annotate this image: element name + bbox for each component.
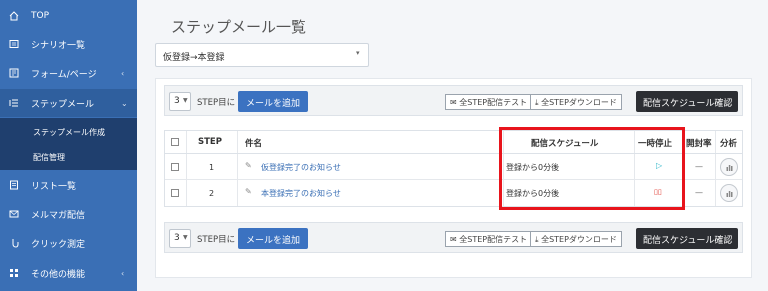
step-number-value: 3 bbox=[174, 96, 180, 106]
mail-icon bbox=[9, 210, 19, 218]
download-all-button[interactable]: ⤓ 全STEPダウンロード bbox=[530, 231, 622, 247]
sidebar-item-other[interactable]: その他の機能 ‹ bbox=[0, 259, 137, 287]
sidebar-item-label: クリック測定 bbox=[31, 239, 86, 250]
row-checkbox[interactable] bbox=[171, 189, 179, 197]
chevron-down-icon: ▼ bbox=[183, 234, 188, 241]
sidebar-item-label: その他の機能 bbox=[31, 269, 86, 280]
download-all-label: ⤓ 全STEPダウンロード bbox=[535, 235, 617, 244]
pointer-icon bbox=[12, 239, 19, 248]
pencil-icon[interactable]: ✎ bbox=[245, 161, 252, 170]
analysis-button[interactable] bbox=[720, 158, 738, 176]
add-mail-button[interactable]: メールを追加 bbox=[238, 228, 308, 249]
sidebar-item-label: シナリオ一覧 bbox=[31, 40, 86, 51]
list-icon bbox=[9, 40, 19, 48]
sidebar-item-newsletter[interactable]: メルマガ配信 bbox=[0, 200, 137, 228]
bar-chart-icon bbox=[726, 191, 733, 197]
row-step: 1 bbox=[209, 163, 215, 172]
bar-chart-icon bbox=[726, 165, 733, 171]
scenario-select-value: 仮登録→本登録 bbox=[163, 53, 225, 63]
test-all-button[interactable]: ✉ 全STEP配信テスト bbox=[445, 94, 531, 110]
toolbar-top: 3 ▼ STEP目に メールを追加 ✉ 全STEP配信テスト ⤓ 全STEPダウ… bbox=[164, 85, 743, 116]
header-analysis: 分析 bbox=[720, 139, 738, 149]
select-all-checkbox[interactable] bbox=[171, 138, 179, 146]
header-subject: 件名 bbox=[245, 139, 263, 149]
toolbar-bottom: 3 ▼ STEP目に メールを追加 ✉ 全STEP配信テスト ⤓ 全STEPダウ… bbox=[164, 222, 743, 253]
sidebar-item-label: フォーム/ページ bbox=[31, 69, 97, 80]
step-number-select[interactable]: 3 ▼ bbox=[169, 92, 191, 111]
row-step: 2 bbox=[209, 189, 215, 198]
add-mail-label: メールを追加 bbox=[246, 236, 301, 246]
test-all-label: ✉ 全STEP配信テスト bbox=[450, 98, 528, 107]
header-step: STEP bbox=[198, 137, 222, 147]
download-all-button[interactable]: ⤓ 全STEPダウンロード bbox=[530, 94, 622, 110]
test-all-button[interactable]: ✉ 全STEP配信テスト bbox=[445, 231, 531, 247]
row-open-rate: — bbox=[695, 162, 703, 171]
sidebar-item-label: リスト一覧 bbox=[31, 181, 77, 192]
schedule-confirm-label: 配信スケジュール確認 bbox=[643, 236, 733, 246]
sidebar-subitem-delivery[interactable]: 配信管理 bbox=[33, 152, 65, 163]
sidebar-item-step-mail[interactable]: ステップメール ⌄ bbox=[0, 89, 137, 117]
sidebar-item-label: TOP bbox=[31, 11, 50, 21]
sidebar-item-list[interactable]: リスト一覧 bbox=[0, 171, 137, 199]
schedule-confirm-label: 配信スケジュール確認 bbox=[643, 99, 733, 109]
row-subject-link[interactable]: 本登録完了のお知らせ bbox=[261, 188, 341, 199]
schedule-highlight-box bbox=[499, 127, 685, 210]
step-suffix-label: STEP目に bbox=[197, 235, 236, 245]
step-number-value: 3 bbox=[174, 233, 180, 243]
home-icon bbox=[9, 11, 19, 21]
sidebar-submenu: ステップメール作成 配信管理 bbox=[0, 118, 137, 170]
sidebar-subitem-create[interactable]: ステップメール作成 bbox=[33, 127, 105, 138]
sidebar-item-click-measure[interactable]: クリック測定 bbox=[0, 229, 137, 257]
document-icon bbox=[10, 180, 18, 190]
sidebar-item-form-page[interactable]: フォーム/ページ ‹ bbox=[0, 59, 137, 87]
test-all-label: ✉ 全STEP配信テスト bbox=[450, 235, 528, 244]
chevron-left-icon: ‹ bbox=[121, 268, 125, 278]
chevron-left-icon: ‹ bbox=[121, 68, 125, 78]
scenario-select[interactable]: 仮登録→本登録 ▾ bbox=[155, 43, 369, 67]
form-icon bbox=[9, 68, 19, 78]
schedule-confirm-button[interactable]: 配信スケジュール確認 bbox=[636, 228, 738, 249]
sidebar-item-label: ステップメール bbox=[31, 99, 95, 110]
analysis-button[interactable] bbox=[720, 184, 738, 202]
sidebar: TOP シナリオ一覧 フォーム/ページ ‹ ステップメール ⌄ ステップメール作… bbox=[0, 0, 137, 291]
pencil-icon[interactable]: ✎ bbox=[245, 187, 252, 196]
header-open-rate: 開封率 bbox=[686, 139, 712, 149]
row-open-rate: — bbox=[695, 188, 703, 197]
row-checkbox[interactable] bbox=[171, 163, 179, 171]
page-title: ステップメール一覧 bbox=[171, 18, 307, 36]
step-number-select[interactable]: 3 ▼ bbox=[169, 229, 191, 248]
sidebar-item-scenario-list[interactable]: シナリオ一覧 bbox=[0, 30, 137, 58]
chevron-down-icon: ▼ bbox=[183, 97, 188, 104]
sidebar-item-top[interactable]: TOP bbox=[0, 2, 137, 30]
add-mail-button[interactable]: メールを追加 bbox=[238, 91, 308, 112]
sidebar-item-label: メルマガ配信 bbox=[31, 210, 86, 221]
schedule-confirm-button[interactable]: 配信スケジュール確認 bbox=[636, 91, 738, 112]
chevron-down-icon: ⌄ bbox=[121, 98, 128, 108]
grid-icon bbox=[10, 269, 18, 277]
step-suffix-label: STEP目に bbox=[197, 98, 236, 108]
step-list-icon bbox=[9, 99, 18, 107]
row-subject-link[interactable]: 仮登録完了のお知らせ bbox=[261, 162, 341, 173]
chevron-down-icon: ▾ bbox=[356, 49, 360, 57]
add-mail-label: メールを追加 bbox=[246, 99, 301, 109]
download-all-label: ⤓ 全STEPダウンロード bbox=[535, 98, 617, 107]
